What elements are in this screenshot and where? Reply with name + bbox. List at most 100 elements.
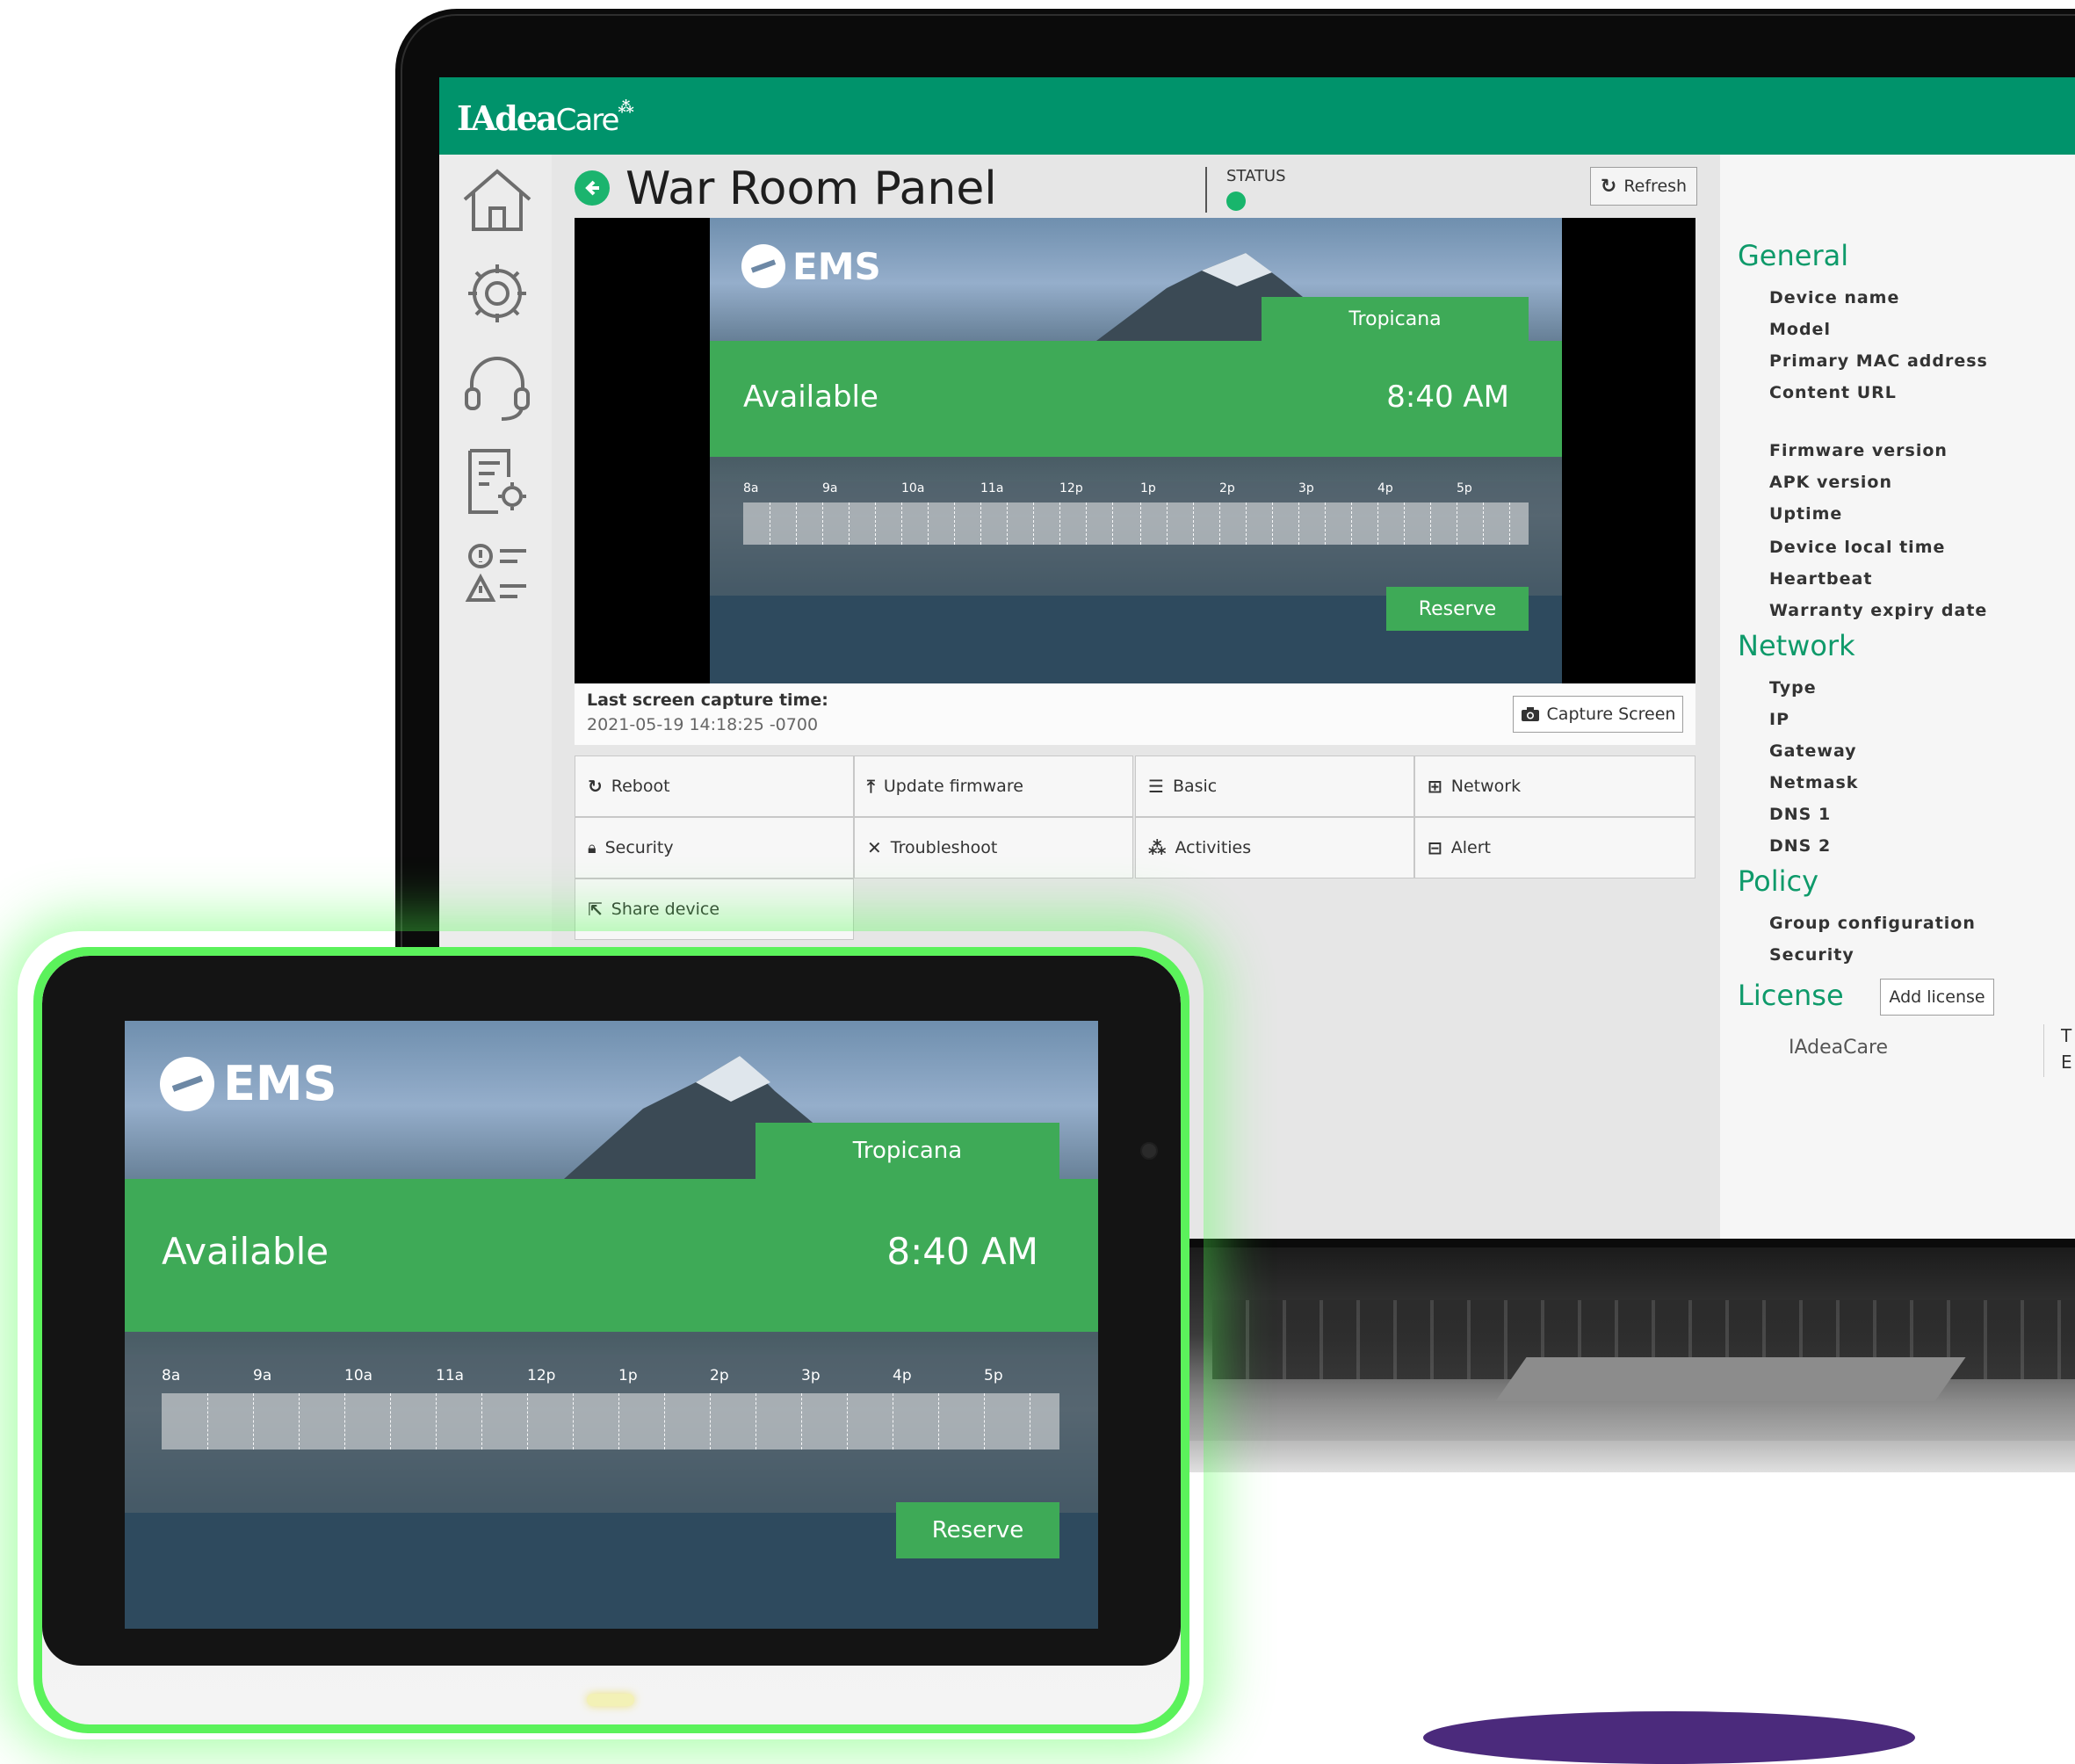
ems-logo: EMS	[160, 1056, 337, 1111]
field-gateway: Gateway	[1769, 741, 1857, 761]
field-group-configuration: Group configuration	[1769, 914, 1976, 933]
alerts-list-icon[interactable]	[457, 539, 538, 610]
field-netmask: Netmask	[1769, 773, 1859, 792]
arrow-left-icon	[585, 180, 599, 196]
timeline-hour-label: 8a	[743, 481, 759, 495]
timeline-hour-label: 9a	[253, 1367, 272, 1384]
page-title: War Room Panel	[625, 163, 997, 215]
timeline-hour-label: 2p	[1219, 481, 1235, 495]
troubleshoot-button[interactable]: ✕ Troubleshoot	[854, 817, 1133, 878]
add-license-button[interactable]: Add license	[1880, 979, 1994, 1016]
license-separator	[2043, 1024, 2044, 1077]
field-model: Model	[1769, 320, 1831, 339]
section-policy: Policy	[1738, 864, 1819, 898]
alert-icon: ⊟	[1428, 837, 1442, 858]
timeline-bar[interactable]	[743, 502, 1529, 545]
field-ip: IP	[1769, 710, 1789, 729]
room-name-tab: Tropicana	[1262, 297, 1529, 341]
activities-button[interactable]: ⁂ Activities	[1135, 817, 1414, 878]
field-policy-security: Security	[1769, 945, 1854, 965]
action-label: Alert	[1450, 838, 1491, 857]
ems-screen-capture: EMS Tropicana Available 8:40 AM 8a 9a 10…	[710, 218, 1562, 683]
back-button[interactable]	[575, 170, 610, 206]
field-warranty-expiry: Warranty expiry date	[1769, 601, 1988, 620]
timeline-hour-label: 5p	[1457, 481, 1472, 495]
lock-icon: 🔒︎	[588, 838, 596, 857]
status-label: STATUS	[1226, 167, 1286, 185]
ems-logo-mark-icon	[160, 1056, 214, 1111]
settings-document-icon[interactable]	[457, 446, 538, 517]
action-label: Troubleshoot	[890, 838, 998, 857]
action-label: Update firmware	[883, 777, 1023, 796]
timeline-hour-label: 1p	[1140, 481, 1156, 495]
timeline-hour-label: 10a	[344, 1367, 373, 1384]
tablet-body: EMS Tropicana Available 8:40 AM 8a 9a 10…	[42, 956, 1181, 1724]
security-button[interactable]: 🔒︎ Security	[575, 817, 854, 878]
basic-button[interactable]: ☰ Basic	[1135, 755, 1414, 817]
timeline-bar[interactable]	[162, 1393, 1059, 1450]
field-heartbeat: Heartbeat	[1769, 569, 1873, 589]
timeline-hour-label: 5p	[984, 1367, 1003, 1384]
action-label: Activities	[1175, 838, 1252, 857]
logo-main: IAdea	[457, 98, 558, 138]
section-license: License	[1738, 979, 1844, 1012]
activities-icon: ⁂	[1148, 837, 1167, 858]
availability-text: Available	[162, 1230, 329, 1273]
availability-text: Available	[743, 380, 878, 415]
app-logo[interactable]: IAdeaCare⁂	[457, 98, 634, 138]
capture-screen-button[interactable]: Capture Screen	[1513, 696, 1683, 733]
ems-logo: EMS	[741, 244, 881, 288]
laptop-trackpad	[1495, 1357, 1966, 1401]
refresh-icon: ↻	[1600, 175, 1617, 198]
timeline-hour-label: 11a	[980, 481, 1004, 495]
timeline-hour-label: 10a	[901, 481, 925, 495]
schedule-timeline: 8a 9a 10a 11a 12p 1p 2p 3p 4p 5p	[743, 481, 1529, 552]
field-type: Type	[1769, 678, 1817, 698]
field-primary-mac: Primary MAC address	[1769, 351, 1988, 371]
room-name-tab: Tropicana	[756, 1123, 1059, 1179]
field-apk-version: APK version	[1769, 473, 1893, 492]
camera-icon	[1521, 707, 1539, 721]
ems-logo-mark-icon	[741, 244, 785, 288]
timeline-hour-label: 1p	[618, 1367, 638, 1384]
refresh-icon: ↻	[588, 776, 603, 797]
logo-mark-icon: ⁂	[618, 98, 633, 117]
timeline-hour-label: 3p	[1298, 481, 1314, 495]
current-time-text: 8:40 AM	[886, 1230, 1038, 1273]
section-general: General	[1738, 239, 1849, 272]
ems-room-display: EMS Tropicana Available 8:40 AM 8a 9a 10…	[125, 1021, 1098, 1629]
timeline-hour-label: 8a	[162, 1367, 181, 1384]
alert-button[interactable]: ⊟ Alert	[1414, 817, 1695, 878]
camera-lens-icon	[1140, 1142, 1158, 1160]
network-button[interactable]: ⊞ Network	[1414, 755, 1695, 817]
timeline-hour-label: 3p	[801, 1367, 821, 1384]
reboot-button[interactable]: ↻ Reboot	[575, 755, 854, 817]
app-header: IAdeaCare⁂	[439, 77, 2075, 155]
refresh-button[interactable]: ↻ Refresh	[1590, 167, 1697, 206]
ems-logo-text: EMS	[223, 1056, 337, 1111]
headset-icon[interactable]	[457, 353, 538, 423]
network-icon: ⊞	[1428, 776, 1442, 797]
gear-icon[interactable]	[457, 258, 538, 329]
home-icon[interactable]	[457, 165, 538, 235]
timeline-hour-label: 12p	[1059, 481, 1083, 495]
reserve-button[interactable]: Reserve	[1386, 587, 1529, 631]
action-label: Reboot	[611, 777, 670, 796]
timeline-hour-label: 12p	[527, 1367, 556, 1384]
capture-info-bar: Last screen capture time: 2021-05-19 14:…	[575, 683, 1695, 745]
upload-icon: ⤒	[867, 776, 875, 797]
section-network: Network	[1738, 629, 1855, 662]
device-details-panel: General Device name Model Primary MAC ad…	[1720, 155, 2075, 1239]
license-details-truncated: T E	[2061, 1023, 2072, 1075]
ems-logo-text: EMS	[792, 244, 881, 288]
last-capture-time: 2021-05-19 14:18:25 -0700	[587, 715, 819, 734]
schedule-timeline: 8a 9a 10a 11a 12p 1p 2p 3p 4p 5p	[162, 1367, 1059, 1464]
title-divider	[1205, 167, 1207, 213]
laptop-base	[1177, 1441, 2075, 1472]
reserve-button[interactable]: Reserve	[896, 1502, 1059, 1558]
action-label: Network	[1450, 777, 1522, 796]
field-device-local-time: Device local time	[1769, 538, 1946, 557]
field-uptime: Uptime	[1769, 504, 1843, 524]
update-firmware-button[interactable]: ⤒ Update firmware	[854, 755, 1133, 817]
field-device-name: Device name	[1769, 288, 1900, 307]
